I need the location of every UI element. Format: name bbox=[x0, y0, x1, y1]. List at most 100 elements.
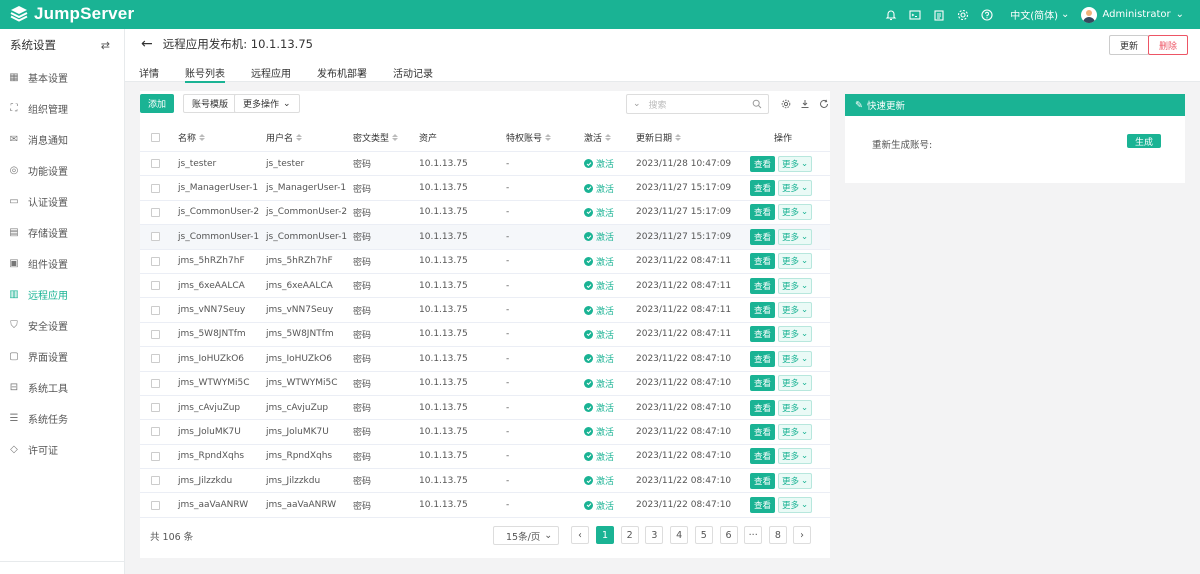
sidebar-item[interactable]: ⛉ 安全设置 bbox=[0, 315, 124, 335]
language-selector[interactable]: 中文(简体) ⌄ bbox=[1010, 7, 1069, 22]
sidebar-item[interactable]: ▢ 界面设置 bbox=[0, 346, 124, 366]
more-button[interactable]: 更多 ⌄ bbox=[778, 253, 813, 270]
sidebar-item[interactable]: ⛶ 组织管理 bbox=[0, 98, 124, 118]
row-checkbox[interactable] bbox=[151, 329, 160, 339]
view-button[interactable]: 查看 bbox=[750, 399, 776, 416]
more-button[interactable]: 更多 ⌄ bbox=[778, 399, 813, 416]
row-checkbox[interactable] bbox=[151, 427, 160, 437]
logo[interactable]: JumpServer bbox=[10, 4, 134, 24]
more-button[interactable]: 更多 ⌄ bbox=[778, 204, 813, 221]
download-icon[interactable] bbox=[799, 98, 811, 110]
table-row[interactable]: jms_JoluMK7U jms_JoluMK7U 密码 10.1.13.75 - 激活 2… bbox=[140, 420, 830, 445]
more-button[interactable]: 更多 ⌄ bbox=[778, 302, 813, 319]
tab[interactable]: 账号列表 bbox=[185, 65, 225, 83]
update-button[interactable]: 更新 bbox=[1109, 35, 1150, 55]
table-row[interactable]: jms_WTWYMi5C jms_WTWYMi5C 密码 10.1.13.75 - 激活 2… bbox=[140, 372, 830, 396]
row-checkbox[interactable] bbox=[151, 183, 160, 193]
table-row[interactable]: jms_aaVaANRW jms_aaVaANRW 密码 10.1.13.75 - 激活 2… bbox=[140, 493, 830, 518]
column-header-name[interactable]: 名称 bbox=[178, 123, 206, 151]
row-checkbox[interactable] bbox=[151, 207, 160, 217]
more-button[interactable]: 更多 ⌄ bbox=[778, 277, 813, 294]
page-size-select[interactable]: 15条/页 ⌄ bbox=[493, 526, 559, 545]
page-button[interactable]: 5 bbox=[694, 526, 713, 544]
view-button[interactable]: 查看 bbox=[750, 326, 776, 343]
more-button[interactable]: 更多 ⌄ bbox=[778, 228, 813, 245]
sidebar-item[interactable]: ▭ 认证设置 bbox=[0, 191, 124, 211]
more-button[interactable]: 更多 ⌄ bbox=[778, 448, 813, 465]
sidebar-item[interactable]: ⊟ 系统工具 bbox=[0, 377, 124, 397]
view-button[interactable]: 查看 bbox=[750, 155, 776, 172]
column-header-secret-type[interactable]: 密文类型 bbox=[353, 123, 399, 151]
table-row[interactable]: jms_RpndXqhs jms_RpndXqhs 密码 10.1.13.75 - 激活 2… bbox=[140, 445, 830, 470]
view-button[interactable]: 查看 bbox=[750, 204, 776, 221]
page-ellipsis[interactable]: ··· bbox=[744, 526, 763, 544]
prev-page-button[interactable]: ‹ bbox=[571, 526, 589, 544]
view-button[interactable]: 查看 bbox=[750, 375, 776, 392]
generate-button[interactable]: 生成 bbox=[1127, 134, 1162, 148]
user-menu[interactable]: Administrator ⌄ bbox=[1081, 6, 1184, 23]
row-checkbox[interactable] bbox=[151, 500, 160, 510]
table-row[interactable]: jms_6xeAALCA jms_6xeAALCA 密码 10.1.13.75 - 激活 2… bbox=[140, 274, 830, 299]
more-button[interactable]: 更多 ⌄ bbox=[778, 423, 813, 440]
row-checkbox[interactable] bbox=[151, 403, 160, 413]
table-row[interactable]: jms_Jilzzkdu jms_Jilzzkdu 密码 10.1.13.75 - 激活 2… bbox=[140, 469, 830, 494]
row-checkbox[interactable] bbox=[151, 232, 160, 242]
back-arrow-icon[interactable]: ← bbox=[141, 36, 153, 52]
more-button[interactable]: 更多 ⌄ bbox=[778, 155, 813, 172]
page-button[interactable]: 2 bbox=[620, 526, 639, 544]
delete-button[interactable]: 删除 bbox=[1148, 35, 1189, 55]
chevron-down-icon[interactable]: ⌄ bbox=[633, 99, 641, 109]
sidebar-item[interactable]: ◇ 许可证 bbox=[0, 439, 124, 459]
table-row[interactable]: js_CommonUser-2 js_CommonUser-2 密码 10.1.13.… bbox=[140, 201, 830, 226]
more-button[interactable]: 更多 ⌄ bbox=[778, 326, 813, 343]
sidebar-item[interactable]: ▤ 存储设置 bbox=[0, 222, 124, 242]
sidebar-item[interactable]: ▣ 组件设置 bbox=[0, 253, 124, 273]
terminal-icon[interactable] bbox=[904, 4, 926, 26]
table-row[interactable]: jms_5hRZh7hF jms_5hRZh7hF 密码 10.1.13.75 - 激活 2… bbox=[140, 250, 830, 274]
more-button[interactable]: 更多 ⌄ bbox=[778, 472, 813, 489]
row-checkbox[interactable] bbox=[151, 476, 160, 486]
page-button[interactable]: 8 bbox=[768, 526, 787, 544]
row-checkbox[interactable] bbox=[151, 305, 160, 315]
column-header-username[interactable]: 用户名 bbox=[266, 123, 303, 151]
row-checkbox[interactable] bbox=[151, 159, 160, 169]
table-row[interactable]: js_CommonUser-1 js_CommonUser-1 密码 10.1.13.… bbox=[140, 225, 830, 250]
select-all-checkbox[interactable] bbox=[151, 132, 160, 142]
table-row[interactable]: jms_IoHUZkO6 jms_IoHUZkO6 密码 10.1.13.75 - 激活 2… bbox=[140, 347, 830, 372]
column-header-privileged[interactable]: 特权账号 bbox=[506, 123, 552, 151]
swap-icon[interactable]: ⇄ bbox=[101, 39, 110, 52]
sidebar-item[interactable]: ✉ 消息通知 bbox=[0, 129, 124, 149]
row-checkbox[interactable] bbox=[151, 354, 160, 364]
row-checkbox[interactable] bbox=[151, 451, 160, 461]
more-actions-button[interactable]: 更多操作 ⌄ bbox=[234, 94, 300, 113]
clipboard-icon[interactable] bbox=[928, 4, 950, 26]
view-button[interactable]: 查看 bbox=[750, 423, 776, 440]
settings-icon[interactable] bbox=[780, 98, 792, 110]
account-template-button[interactable]: 账号模版 bbox=[183, 94, 238, 113]
table-row[interactable]: jms_vNN7Seuy jms_vNN7Seuy 密码 10.1.13.75 - 激活 2… bbox=[140, 298, 830, 323]
more-button[interactable]: 更多 ⌄ bbox=[778, 375, 813, 392]
more-button[interactable]: 更多 ⌄ bbox=[778, 350, 813, 367]
column-header-updated[interactable]: 更新日期 bbox=[636, 123, 682, 151]
view-button[interactable]: 查看 bbox=[750, 472, 776, 489]
page-button[interactable]: 1 bbox=[596, 526, 614, 544]
sidebar-item[interactable]: ▦ 基本设置 bbox=[0, 67, 124, 87]
more-button[interactable]: 更多 ⌄ bbox=[778, 180, 813, 197]
bell-icon[interactable] bbox=[880, 4, 902, 26]
search-input[interactable]: ⌄ 搜索 bbox=[626, 94, 769, 114]
view-button[interactable]: 查看 bbox=[750, 497, 776, 514]
add-button[interactable]: 添加 bbox=[140, 94, 175, 113]
row-checkbox[interactable] bbox=[151, 378, 160, 388]
view-button[interactable]: 查看 bbox=[750, 302, 776, 319]
table-row[interactable]: jms_cAvjuZup jms_cAvjuZup 密码 10.1.13.75 - 激活 2… bbox=[140, 396, 830, 421]
column-header-active[interactable]: 激活 bbox=[584, 123, 612, 151]
view-button[interactable]: 查看 bbox=[750, 448, 776, 465]
view-button[interactable]: 查看 bbox=[750, 253, 776, 270]
tab[interactable]: 详情 bbox=[139, 65, 159, 82]
table-row[interactable]: js_ManagerUser-1 js_ManagerUser-1 密码 10.1.1… bbox=[140, 176, 830, 201]
tab[interactable]: 活动记录 bbox=[393, 65, 433, 82]
page-button[interactable]: 4 bbox=[670, 526, 689, 544]
row-checkbox[interactable] bbox=[151, 281, 160, 291]
table-row[interactable]: jms_5W8JNTfm jms_5W8JNTfm 密码 10.1.13.75 - 激活 2… bbox=[140, 323, 830, 348]
view-button[interactable]: 查看 bbox=[750, 277, 776, 294]
